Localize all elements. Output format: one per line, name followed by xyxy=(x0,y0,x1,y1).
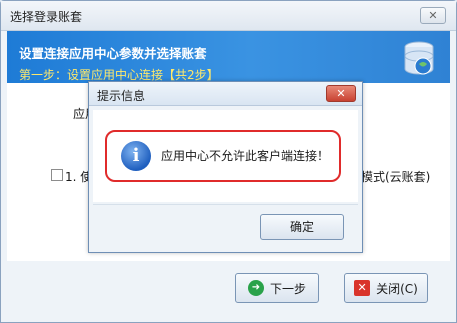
next-step-label: 下一步 xyxy=(269,281,306,296)
error-highlight: i 应用中心不允许此客户端连接！ xyxy=(105,130,341,182)
dialog-titlebar: 提示信息 ✕ xyxy=(89,82,362,106)
cloud-mode-label: 模式(云账套) xyxy=(361,170,431,184)
dialog-message: 应用中心不允许此客户端连接！ xyxy=(161,149,330,163)
window-title: 选择登录账套 xyxy=(10,10,83,24)
dialog-footer: 确定 xyxy=(93,204,358,248)
window-titlebar: 选择登录账套 ✕ xyxy=(1,1,456,31)
close-button[interactable]: ✕ 关闭(C) xyxy=(344,273,428,303)
arrow-right-icon: ➜ xyxy=(247,280,264,296)
ok-button[interactable]: 确定 xyxy=(260,214,344,240)
close-icon: ✕ xyxy=(354,280,371,296)
info-dialog: 提示信息 ✕ i 应用中心不允许此客户端连接！ 确定 xyxy=(88,81,363,253)
wizard-header-title: 设置连接应用中心参数并选择账套 xyxy=(19,46,207,61)
info-icon: i xyxy=(121,141,151,171)
dialog-body: i 应用中心不允许此客户端连接！ xyxy=(93,110,358,202)
next-step-button[interactable]: ➜ 下一步 xyxy=(235,273,319,303)
option-checkbox[interactable] xyxy=(51,169,63,181)
dialog-title: 提示信息 xyxy=(97,89,146,103)
close-button-label: 关闭(C) xyxy=(376,281,418,296)
database-icon xyxy=(404,41,434,75)
dialog-close-button[interactable]: ✕ xyxy=(326,85,356,102)
wizard-header: 设置连接应用中心参数并选择账套 第一步：设置应用中心连接【共2步】 xyxy=(7,31,450,83)
window-close-button[interactable]: ✕ xyxy=(420,7,446,24)
